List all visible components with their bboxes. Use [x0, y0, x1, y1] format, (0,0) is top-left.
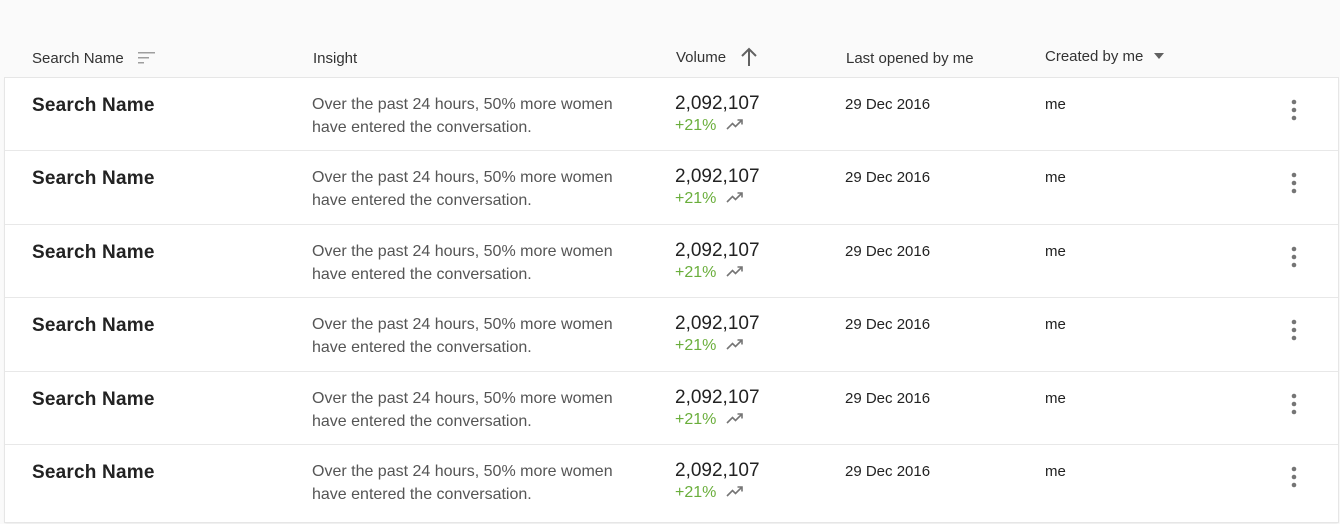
insight-text: Over the past 24 hours, 50% more women h… [312, 169, 613, 210]
volume-cell: 2,092,107 +21% [675, 165, 760, 208]
sort-icon[interactable] [137, 51, 156, 65]
column-header-created[interactable]: Created by me [1045, 35, 1165, 77]
more-vert-icon[interactable] [1284, 319, 1304, 343]
created-by: me [1045, 96, 1066, 113]
created-by: me [1045, 169, 1066, 187]
trending-up-icon [726, 264, 744, 282]
search-name[interactable]: Search Name [32, 462, 155, 484]
volume-change-percent: +21% [675, 190, 717, 208]
more-vert-icon[interactable] [1284, 99, 1304, 123]
volume-cell: 2,092,107 +21% [675, 92, 760, 135]
insight-text: Over the past 24 hours, 50% more women h… [312, 316, 613, 357]
trending-up-icon [726, 190, 744, 208]
table-row[interactable]: Search Name Over the past 24 hours, 50% … [5, 151, 1338, 225]
volume-value: 2,092,107 [675, 166, 760, 188]
insight-text: Over the past 24 hours, 50% more women h… [312, 242, 613, 283]
volume-change-percent: +21% [675, 483, 717, 501]
column-header-last-opened-label: Last opened by me [846, 49, 974, 67]
search-name[interactable]: Search Name [32, 242, 155, 264]
created-by: me [1045, 316, 1066, 334]
search-name[interactable]: Search Name [32, 168, 155, 190]
volume-change: +21% [675, 484, 760, 502]
last-opened-date: 29 Dec 2016 [845, 169, 931, 187]
column-header-created-label: Created by me [1045, 47, 1144, 65]
table-header: Search Name Insight Volume Last opened b… [0, 36, 1340, 78]
insight-text: Over the past 24 hours, 50% more women h… [312, 96, 613, 136]
table-row[interactable]: Search Name Over the past 24 hours, 50% … [5, 445, 1338, 518]
volume-value: 2,092,107 [675, 93, 760, 114]
volume-value: 2,092,107 [675, 313, 760, 335]
volume-cell: 2,092,107 +21% [675, 312, 760, 355]
more-vert-icon[interactable] [1284, 246, 1304, 270]
trending-up-icon [726, 117, 744, 135]
column-header-insight-label: Insight [313, 49, 358, 67]
table-row[interactable]: Search Name Over the past 24 hours, 50% … [5, 225, 1338, 299]
table-row[interactable]: Search Name Over the past 24 hours, 50% … [5, 298, 1338, 372]
last-opened-date: 29 Dec 2016 [845, 96, 931, 113]
last-opened-date: 29 Dec 2016 [845, 389, 931, 407]
volume-change-percent: +21% [675, 263, 717, 281]
trending-up-icon [726, 484, 744, 502]
volume-change: +21% [675, 117, 760, 135]
search-name[interactable]: Search Name [32, 389, 155, 411]
created-by: me [1045, 242, 1066, 260]
arrow-up-icon[interactable] [740, 47, 758, 67]
insight-text: Over the past 24 hours, 50% more women h… [312, 389, 613, 430]
volume-change: +21% [675, 337, 760, 355]
volume-change-percent: +21% [675, 337, 717, 355]
volume-change-percent: +21% [675, 410, 717, 428]
volume-change-percent: +21% [675, 117, 717, 134]
trending-up-icon [726, 411, 744, 429]
trending-up-icon [726, 337, 744, 355]
column-header-volume[interactable]: Volume [676, 36, 758, 78]
volume-change: +21% [675, 190, 760, 208]
volume-cell: 2,092,107 +21% [675, 239, 760, 282]
column-header-insight: Insight [313, 37, 357, 79]
column-header-volume-label: Volume [676, 48, 727, 66]
search-name[interactable]: Search Name [32, 315, 155, 337]
column-header-search-name[interactable]: Search Name [32, 37, 156, 79]
column-header-last-opened[interactable]: Last opened by me [846, 37, 974, 79]
last-opened-date: 29 Dec 2016 [845, 242, 931, 260]
created-by: me [1045, 462, 1066, 480]
more-vert-icon[interactable] [1284, 393, 1304, 417]
table-row[interactable]: Search Name Over the past 24 hours, 50% … [5, 78, 1338, 152]
created-by: me [1045, 389, 1066, 407]
column-header-search-name-label: Search Name [32, 49, 124, 67]
volume-change: +21% [675, 264, 760, 282]
search-name[interactable]: Search Name [32, 95, 155, 117]
volume-value: 2,092,107 [675, 239, 760, 261]
last-opened-date: 29 Dec 2016 [845, 316, 931, 334]
more-vert-icon[interactable] [1284, 466, 1304, 490]
caret-down-icon[interactable] [1153, 52, 1165, 60]
volume-value: 2,092,107 [675, 459, 760, 481]
table-row[interactable]: Search Name Over the past 24 hours, 50% … [5, 372, 1338, 445]
more-vert-icon[interactable] [1284, 172, 1304, 196]
search-list-page: Search Name Insight Volume Last opened b… [0, 0, 1340, 524]
insight-text: Over the past 24 hours, 50% more women h… [312, 462, 613, 503]
last-opened-date: 29 Dec 2016 [845, 462, 931, 480]
volume-cell: 2,092,107 +21% [675, 459, 760, 502]
volume-cell: 2,092,107 +21% [675, 386, 760, 429]
search-table: Search Name Over the past 24 hours, 50% … [5, 78, 1338, 522]
volume-change: +21% [675, 411, 760, 429]
volume-value: 2,092,107 [675, 386, 760, 408]
